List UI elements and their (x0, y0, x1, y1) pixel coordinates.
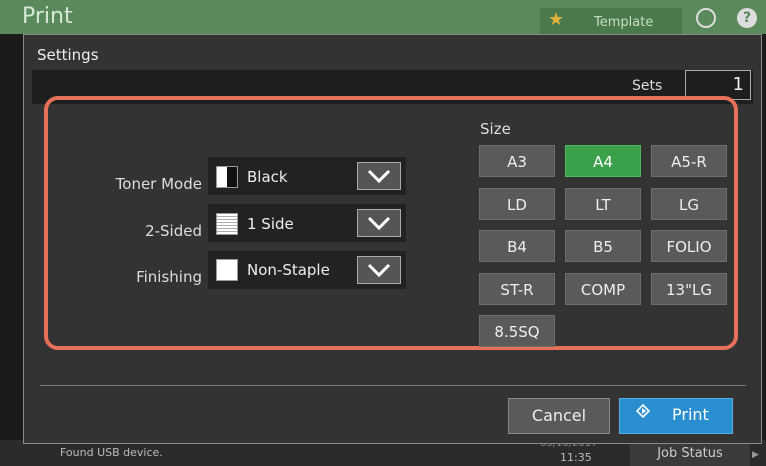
size-button-comp[interactable]: COMP (565, 273, 641, 305)
size-button-8-5sq[interactable]: 8.5SQ (479, 315, 555, 347)
size-button-ld[interactable]: LD (479, 188, 555, 220)
size-button-b4[interactable]: B4 (479, 230, 555, 262)
size-button-lg[interactable]: LG (651, 188, 727, 220)
template-label: Template (594, 15, 654, 30)
app-title: Print (22, 4, 73, 29)
divider (40, 385, 746, 386)
non-staple-icon (216, 259, 238, 281)
chevron-down-icon[interactable] (357, 256, 401, 284)
globe-icon[interactable] (696, 8, 716, 28)
size-button-a3[interactable]: A3 (479, 145, 555, 177)
chevron-down-icon[interactable] (357, 162, 401, 190)
print-diamond-icon (636, 404, 650, 418)
size-button-a5-r[interactable]: A5-R (651, 145, 727, 177)
dialog-title: Settings (37, 46, 99, 64)
toner-mode-label: Toner Mode (115, 175, 202, 193)
two-sided-label: 2-Sided (145, 222, 202, 240)
status-time: 11:35 (560, 451, 592, 464)
arrow-right-icon: ▶ (752, 450, 759, 460)
print-label: Print (672, 405, 709, 424)
chevron-down-icon[interactable] (357, 209, 401, 237)
help-icon[interactable]: ? (737, 8, 757, 28)
size-button-b5[interactable]: B5 (565, 230, 641, 262)
size-label: Size (480, 120, 511, 138)
size-button-folio[interactable]: FOLIO (651, 230, 727, 262)
one-side-icon (216, 213, 238, 235)
finishing-label: Finishing (136, 268, 202, 286)
size-button-a4[interactable]: A4 (565, 145, 641, 177)
job-status-button[interactable]: Job Status (630, 442, 750, 466)
toner-mode-value: Black (247, 168, 288, 186)
size-button-st-r[interactable]: ST-R (479, 273, 555, 305)
toner-black-icon (216, 166, 238, 188)
status-message: Found USB device. (60, 446, 163, 459)
two-sided-value: 1 Side (247, 215, 294, 233)
size-button-13lg[interactable]: 13"LG (651, 273, 727, 305)
finishing-value: Non-Staple (247, 261, 330, 279)
sets-label: Sets (632, 78, 663, 94)
size-button-lt[interactable]: LT (565, 188, 641, 220)
star-icon: ★ (548, 9, 565, 30)
cancel-button[interactable]: Cancel (508, 398, 610, 434)
